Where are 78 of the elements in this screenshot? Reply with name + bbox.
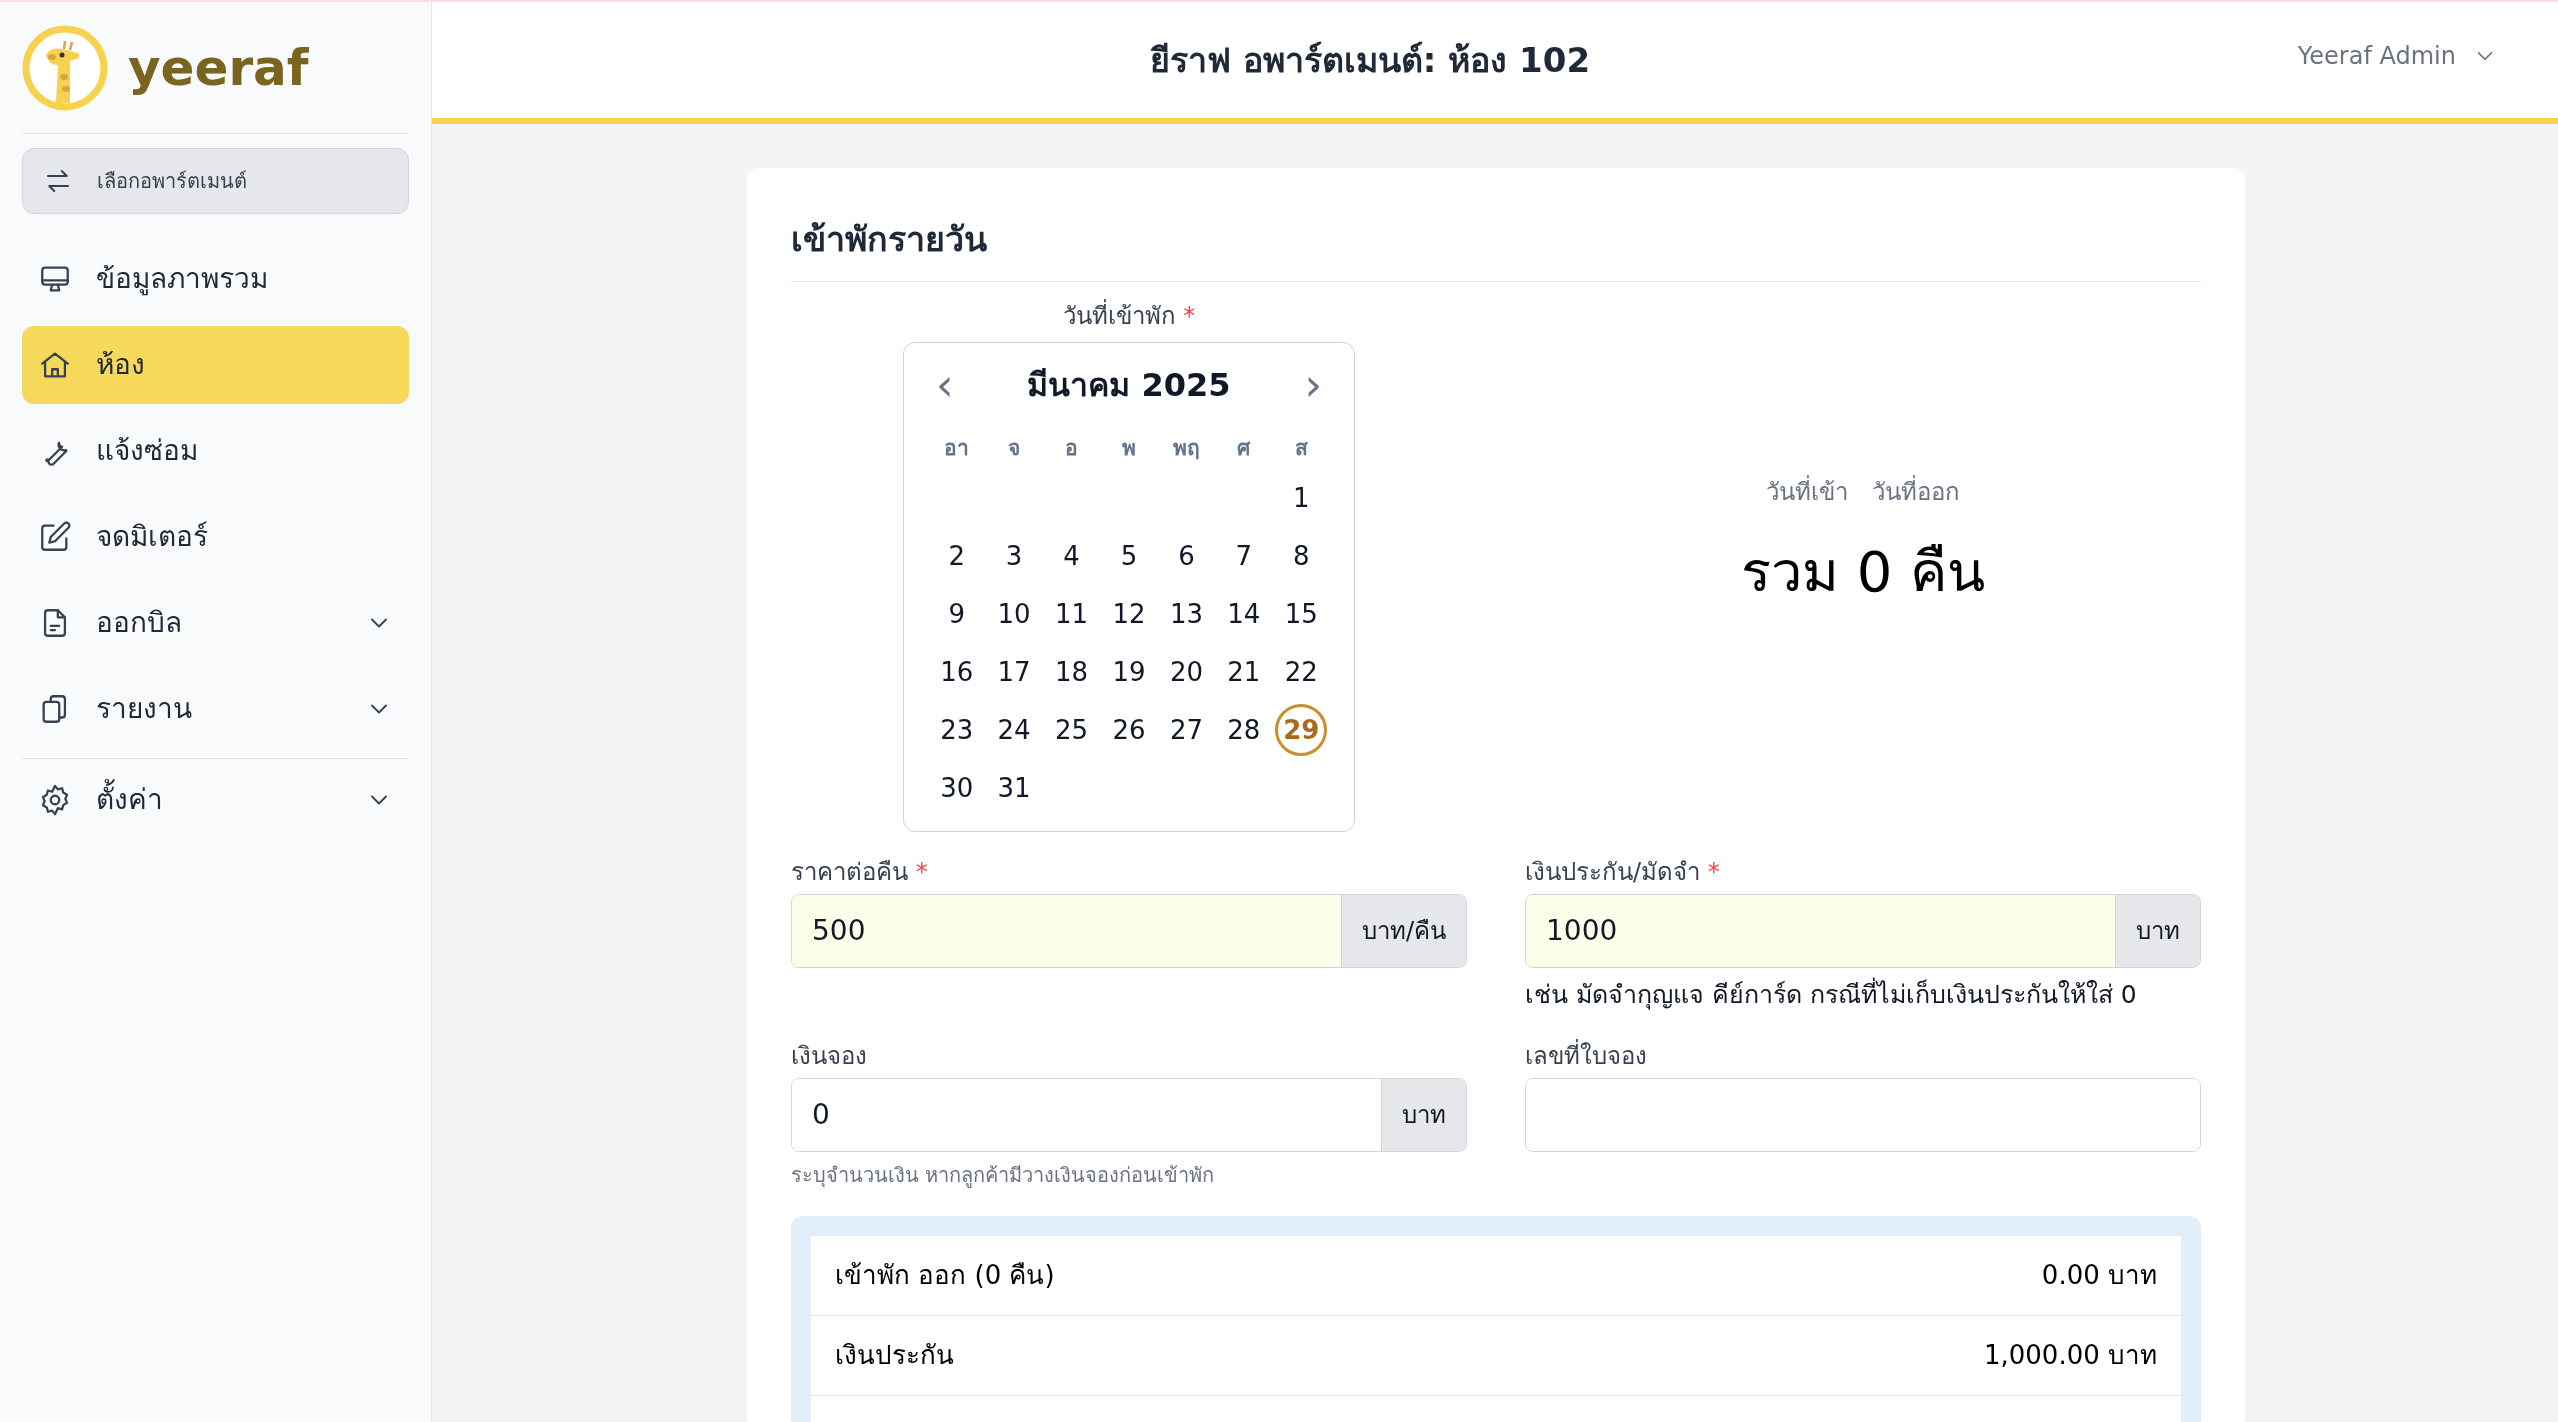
calendar-day[interactable]: 31 [988, 762, 1041, 814]
calendar-day[interactable]: 26 [1103, 704, 1155, 756]
calendar-day[interactable]: 30 [930, 762, 983, 814]
field-label: วันที่เข้าพัก * [1062, 298, 1196, 334]
calendar-day[interactable]: 23 [930, 704, 983, 756]
number-field[interactable]: 1000 บาท [1525, 894, 2201, 968]
calendar-day[interactable]: 16 [930, 646, 983, 698]
field-label: ราคาต่อคืน * [791, 857, 929, 888]
calendar-day[interactable]: 14 [1217, 588, 1270, 640]
unit-label: บาท [2115, 895, 2200, 967]
weekday-label: อา [943, 435, 971, 463]
calendar-day[interactable]: 9 [930, 588, 983, 640]
field-label: เงินจอง [791, 1040, 868, 1072]
calendar-day[interactable]: 18 [1045, 646, 1098, 698]
nav-item[interactable]: ตั้งค่า [22, 761, 409, 839]
user-menu[interactable]: Yeeraf Admin [2297, 38, 2498, 74]
calendar-day[interactable]: 21 [1217, 646, 1270, 698]
next-month-button[interactable]: › [1296, 363, 1330, 407]
calendar-day[interactable]: 13 [1160, 588, 1213, 640]
calendar-day[interactable]: 19 [1103, 646, 1155, 698]
weekday-label: ศ [1236, 435, 1252, 463]
calendar-day[interactable]: 11 [1045, 588, 1098, 640]
calendar-day[interactable]: 27 [1160, 704, 1213, 756]
number-field[interactable]: 500 บาท/คืน [791, 894, 1467, 968]
calendar-day[interactable]: 10 [988, 588, 1041, 640]
weekday-label: พฤ [1171, 435, 1201, 463]
calendar-day[interactable]: 15 [1275, 588, 1328, 640]
number-input[interactable]: 1000 [1526, 895, 2115, 967]
weekday-label: จ [1007, 435, 1022, 463]
calendar-day[interactable]: 17 [988, 646, 1041, 698]
hint-text: เช่น มัดจำกุญแจ คีย์การ์ด กรณีที่ไม่เก็บเงินประกันให้ใส่ 0 [1525, 976, 2201, 1014]
hint-text: ระบุจำนวนเงิน หากลูกค้ามีวางเงินจองก่อนเข้าพัก [791, 1161, 1216, 1190]
calendar-day[interactable]: 24 [988, 704, 1041, 756]
section-title: เข้าพักรายวัน [791, 214, 2201, 282]
calendar-day[interactable]: 1 [1275, 472, 1328, 524]
calendar-day[interactable]: 22 [1275, 646, 1328, 698]
field-label: เลขที่ใบจอง [1525, 1038, 1648, 1072]
calendar-day[interactable]: 20 [1160, 646, 1213, 698]
field-label: เงินประกัน/มัดจำ * [1525, 857, 1721, 888]
calendar-day[interactable]: 2 [930, 530, 983, 582]
nav-item[interactable]: ข้อมูลภาพรวม [22, 240, 409, 318]
calendar-day[interactable]: 25 [1045, 704, 1098, 756]
nav-item[interactable]: แจ้งซ่อม [22, 412, 409, 490]
calendar-day[interactable]: 4 [1045, 530, 1098, 582]
check-out-label: วันที่ออก [1872, 474, 1960, 510]
month-title: มีนาคม 2025 [1027, 365, 1231, 406]
number-field[interactable]: 0 บาท [791, 1077, 1467, 1152]
summary-label: เข้าพัก ออก (0 คืน) [835, 1258, 1055, 1292]
calendar-day[interactable]: 3 [988, 530, 1041, 582]
nav-item[interactable]: ห้อง [22, 326, 409, 404]
apartment-switch-button[interactable]: เลือกอพาร์ตเมนต์ [22, 148, 409, 214]
calendar-day[interactable]: 28 [1217, 704, 1270, 756]
calendar-day[interactable]: 7 [1217, 530, 1270, 582]
summary-amount: 0.00 บาท [2041, 1258, 2157, 1292]
nav-item[interactable]: ออกบิล [22, 584, 409, 662]
text-input[interactable] [1526, 1078, 2200, 1151]
calendar-day[interactable]: 12 [1103, 588, 1155, 640]
giraffe-logo-icon [22, 24, 108, 111]
edit-icon [38, 520, 72, 554]
number-input[interactable]: 500 [792, 895, 1341, 967]
nav-item[interactable]: รายงาน [22, 670, 409, 748]
unit-label: บาท/คืน [1340, 895, 1466, 967]
summary-label: เงินประกัน [835, 1338, 954, 1372]
calendar-day[interactable]: 5 [1103, 530, 1155, 582]
weekday-label: พ [1121, 435, 1137, 463]
calendar-day[interactable]: 6 [1160, 530, 1213, 582]
previous-month-button[interactable]: ‹ [928, 363, 962, 407]
page-title: ยีราฟ อพาร์ตเมนต์: ห้อง 102 [1149, 38, 1591, 82]
weekday-label: อ [1064, 435, 1080, 463]
check-in-label: วันที่เข้า [1766, 474, 1848, 510]
summary-amount: 1,000.00 บาท [1983, 1338, 2157, 1372]
calendar-day[interactable]: 8 [1275, 530, 1328, 582]
weekday-label: ส [1293, 435, 1309, 463]
nav-item[interactable]: จดมิเตอร์ [22, 498, 409, 576]
unit-label: บาท [1381, 1078, 1466, 1151]
logo-text: yeeraf [128, 42, 309, 93]
calendar-day[interactable]: 29 [1275, 704, 1328, 756]
nights-total: รวม 0 คืน [1740, 538, 1986, 606]
